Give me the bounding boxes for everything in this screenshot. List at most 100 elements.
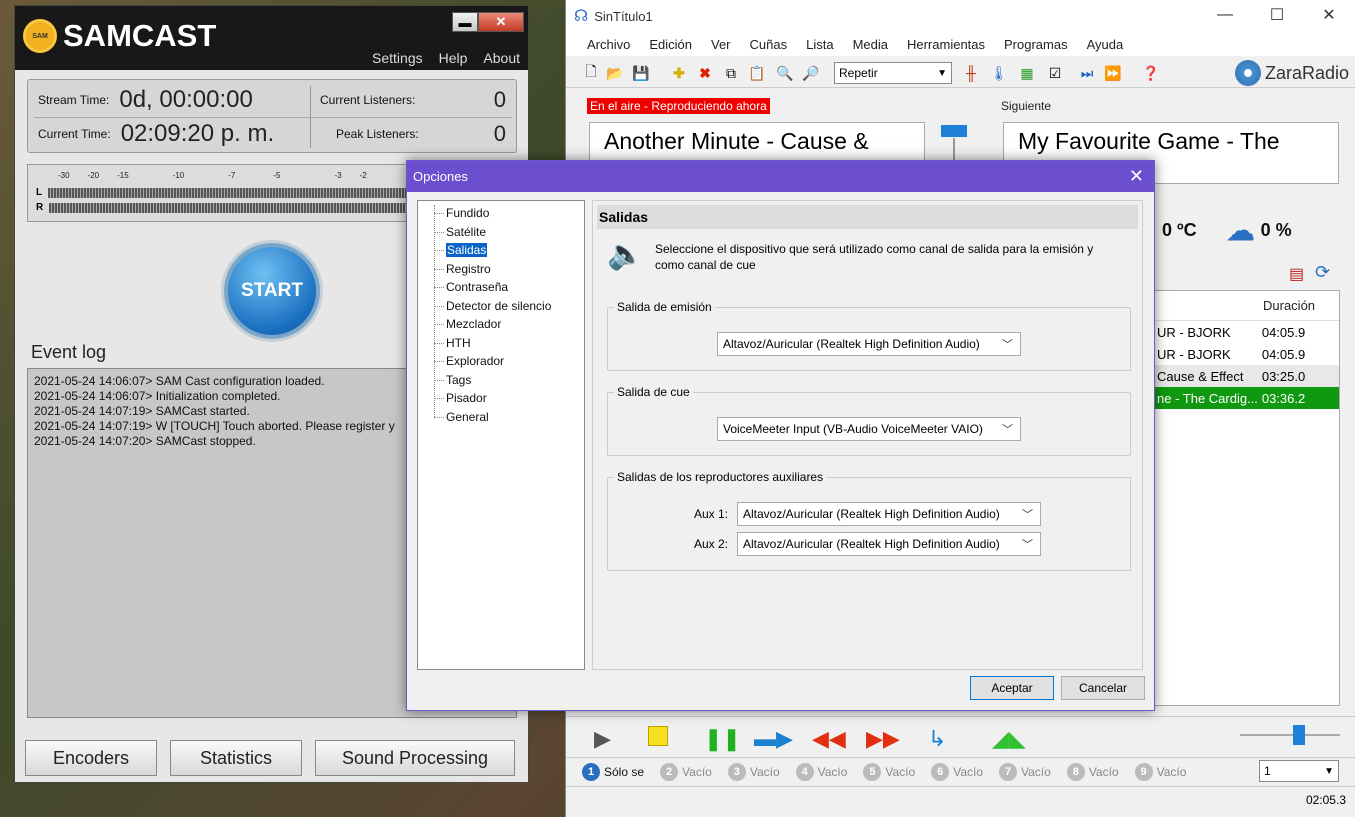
next-track-icon[interactable]: ▬▶: [754, 726, 793, 752]
accept-button[interactable]: Aceptar: [970, 676, 1054, 700]
thermometer-icon[interactable]: 🌡: [990, 64, 1008, 82]
search-icon[interactable]: 🔍: [776, 64, 794, 82]
menu-edicion[interactable]: Edición: [649, 37, 692, 52]
event-log-title: Event log: [31, 342, 107, 362]
delete-icon[interactable]: ✖: [696, 64, 714, 82]
chart-icon[interactable]: ▦: [1018, 64, 1036, 82]
cart-page-select[interactable]: 1 ▼: [1259, 760, 1339, 782]
samcast-logo-icon: SAM: [23, 19, 57, 53]
pitch-slider-track[interactable]: [1240, 734, 1340, 736]
duration-header[interactable]: Duración: [1263, 298, 1315, 313]
cart-button[interactable]: 3 Vacío: [727, 762, 780, 781]
cart-button[interactable]: 1 Sólo se: [582, 762, 644, 781]
tree-item-registro[interactable]: Registro: [418, 260, 584, 279]
cart-button[interactable]: 4 Vacío: [795, 762, 847, 781]
checklist-icon[interactable]: ☑: [1046, 64, 1064, 82]
playlist-row[interactable]: UR - BJORK 04:05.9: [1155, 343, 1339, 365]
playlist-row[interactable]: UR - BJORK 04:05.9: [1155, 321, 1339, 343]
cue-device-select[interactable]: VoiceMeeter Input (VB-Audio VoiceMeeter …: [717, 417, 1021, 441]
crossfade-icon[interactable]: ◢◣: [992, 726, 1026, 752]
cart-button[interactable]: 9 Vacío: [1134, 762, 1186, 781]
cart-button[interactable]: 5 Vacío: [863, 762, 915, 781]
add-icon[interactable]: ✚: [670, 64, 688, 82]
aux1-device-select[interactable]: Altavoz/Auricular (Realtek High Definiti…: [737, 502, 1041, 526]
tree-item-pisador[interactable]: Pisador: [418, 389, 584, 408]
menu-archivo[interactable]: Archivo: [587, 37, 630, 52]
copy-icon[interactable]: ⧉: [722, 64, 740, 82]
cue-output-label: Salida de cue: [614, 385, 693, 399]
menu-programas[interactable]: Programas: [1004, 37, 1068, 52]
tree-item-satelite[interactable]: Satélite: [418, 223, 584, 242]
close-button[interactable]: ✕: [478, 12, 524, 32]
menu-help[interactable]: Help: [439, 50, 468, 66]
new-file-icon[interactable]: 🗋: [582, 63, 600, 82]
start-button[interactable]: START: [224, 243, 320, 339]
save-icon[interactable]: 💾: [632, 64, 650, 82]
close-button[interactable]: ✕: [1303, 0, 1355, 30]
refresh-icon[interactable]: ⟳: [1315, 262, 1330, 283]
tree-item-hth[interactable]: HTH: [418, 334, 584, 353]
tree-item-explorador[interactable]: Explorador: [418, 352, 584, 371]
minimize-button[interactable]: —: [1199, 0, 1251, 30]
cancel-button[interactable]: Cancelar: [1061, 676, 1145, 700]
vu-scale: -30 -20 -15 -10 -7 -5 -3 -2: [58, 171, 367, 180]
play-icon[interactable]: ▶: [594, 726, 611, 752]
skip-double-icon[interactable]: ⏩: [1104, 64, 1122, 82]
fast-forward-icon[interactable]: ▶▶: [866, 726, 900, 752]
emission-output-label: Salida de emisión: [614, 300, 715, 314]
skip-next-icon[interactable]: ⏭: [1078, 64, 1096, 82]
tree-item-salidas[interactable]: Salidas: [418, 241, 584, 260]
cart-button[interactable]: 2 Vacío: [660, 762, 712, 781]
close-icon[interactable]: ✕: [1129, 166, 1144, 187]
menu-ver[interactable]: Ver: [711, 37, 731, 52]
menu-ayuda[interactable]: Ayuda: [1087, 37, 1124, 52]
chevron-down-icon: ﹀: [1002, 339, 1013, 351]
calendar-icon[interactable]: ▤: [1289, 264, 1304, 284]
current-time-label: Current Time:: [38, 127, 111, 141]
panel-description: Seleccione el dispositivo que será utili…: [655, 242, 1094, 272]
statistics-button[interactable]: Statistics: [170, 740, 302, 776]
cart-button[interactable]: 7 Vacío: [999, 762, 1051, 781]
temperature: 0 ºC: [1162, 220, 1197, 240]
menu-media[interactable]: Media: [853, 37, 888, 52]
emission-device-select[interactable]: Altavoz/Auricular (Realtek High Definiti…: [717, 332, 1021, 356]
aux1-label: Aux 1:: [694, 507, 729, 521]
volume-slider-handle[interactable]: [941, 125, 967, 137]
menu-settings[interactable]: Settings: [372, 50, 423, 66]
playlist-row[interactable]: Cause & Effect 03:25.0: [1155, 365, 1339, 387]
menu-about[interactable]: About: [483, 50, 520, 66]
minimize-button[interactable]: ▬: [452, 12, 478, 32]
peak-listeners-value: 0: [493, 121, 506, 146]
encoders-button[interactable]: Encoders: [25, 740, 157, 776]
paste-icon[interactable]: 📋: [748, 64, 766, 82]
tree-item-mezclador[interactable]: Mezclador: [418, 315, 584, 334]
tree-item-detector-silencio[interactable]: Detector de silencio: [418, 297, 584, 316]
aux2-device-select[interactable]: Altavoz/Auricular (Realtek High Definiti…: [737, 532, 1041, 556]
maximize-button[interactable]: ☐: [1251, 0, 1303, 30]
pause-icon[interactable]: ❚❚: [704, 726, 741, 752]
menu-cunas[interactable]: Cuñas: [750, 37, 788, 52]
repeat-select[interactable]: Repetir ▼: [834, 62, 952, 84]
tree-item-fundido[interactable]: Fundido: [418, 204, 584, 223]
tree-item-general[interactable]: General: [418, 408, 584, 427]
tree-item-tags[interactable]: Tags: [418, 371, 584, 390]
aux-output-group: Salidas de los reproductores auxiliares …: [607, 470, 1131, 571]
pitch-slider-handle[interactable]: [1293, 725, 1305, 745]
find-replace-icon[interactable]: 🔎: [802, 64, 820, 82]
jump-to-icon[interactable]: ↳: [928, 726, 946, 752]
cart-button[interactable]: 8 Vacío: [1066, 762, 1119, 781]
sound-processing-button[interactable]: Sound Processing: [315, 740, 515, 776]
tree-item-contrasena[interactable]: Contraseña: [418, 278, 584, 297]
equalizer-icon[interactable]: ╫: [962, 64, 980, 82]
minimize-icon: ▬: [458, 14, 472, 30]
cart-button[interactable]: 6 Vacío: [931, 762, 983, 781]
stop-icon[interactable]: [648, 726, 668, 746]
help-icon[interactable]: ❓: [1142, 64, 1160, 82]
rewind-icon[interactable]: ◀◀: [812, 726, 846, 752]
playlist-row[interactable]: ne - The Cardig... 03:36.2: [1155, 387, 1339, 409]
vu-meter: -30 -20 -15 -10 -7 -5 -3 -2 L R: [27, 164, 422, 222]
open-folder-icon[interactable]: 📂: [606, 64, 624, 82]
chevron-down-icon: ﹀: [1022, 509, 1033, 521]
menu-lista[interactable]: Lista: [806, 37, 833, 52]
menu-herramientas[interactable]: Herramientas: [907, 37, 985, 52]
